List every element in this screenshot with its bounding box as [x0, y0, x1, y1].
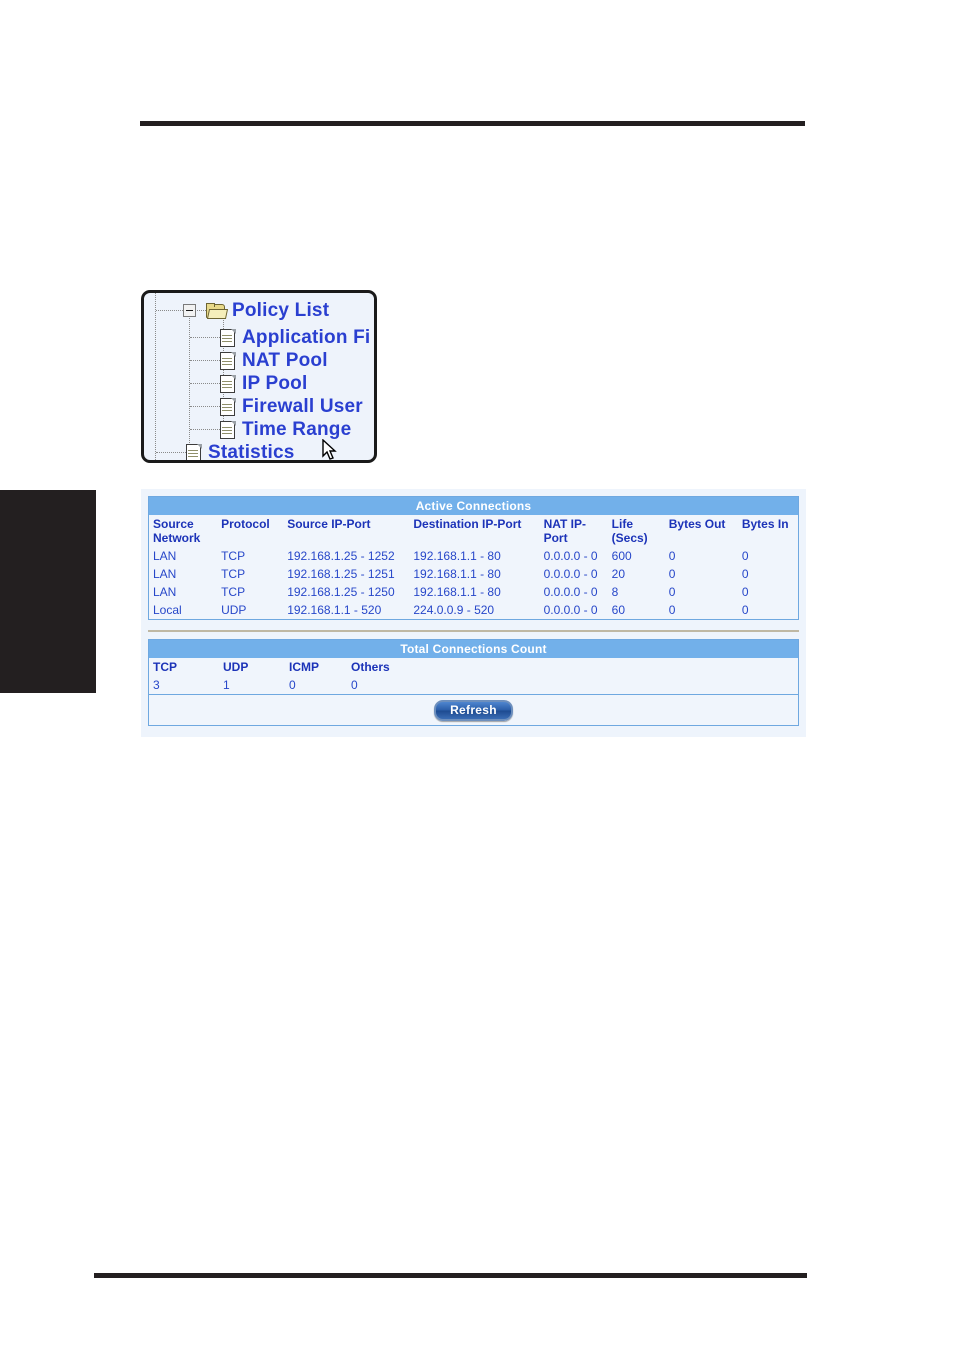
tree-rail-trunk	[189, 313, 191, 445]
document-icon	[220, 351, 236, 371]
document-icon	[186, 443, 202, 460]
tree-rail-root	[155, 293, 157, 460]
cell-source-ip-port: 192.168.1.25 - 1252	[287, 549, 395, 563]
col-source-ip-port: Source IP-Port	[287, 517, 371, 531]
total-connections-title: Total Connections Count	[149, 640, 798, 658]
cell-source-network: Local	[153, 603, 182, 617]
document-icon	[220, 397, 236, 417]
cell-protocol: TCP	[221, 567, 246, 581]
cell-nat-ip-port: 0.0.0.0 - 0	[543, 549, 598, 563]
cell-life: 600	[611, 549, 632, 563]
tree-elbow-4	[190, 406, 220, 408]
tree-item-label: Statistics	[208, 442, 295, 463]
cell-life: 60	[611, 603, 626, 617]
policy-tree-panel: Policy List Application Fi NAT Pool IP P…	[141, 290, 377, 463]
cell-bytes-in: 0	[741, 549, 749, 563]
col-others: Others	[351, 660, 390, 674]
total-connections-table: Total Connections Count TCP UDP ICMP Oth…	[148, 639, 799, 726]
cell-icmp-count: 0	[289, 678, 296, 692]
cell-destination-ip-port: 192.168.1.1 - 80	[413, 585, 501, 599]
col-bytes-out: Bytes Out	[668, 517, 726, 531]
col-udp: UDP	[223, 660, 249, 674]
cell-bytes-in: 0	[741, 567, 749, 581]
col-life-secs: Life (Secs)	[611, 517, 648, 545]
tree-item-label: Firewall User	[242, 396, 363, 417]
table-divider	[148, 630, 799, 632]
document-icon	[220, 328, 236, 348]
cell-protocol: UDP	[221, 603, 247, 617]
table-row: LAN TCP 192.168.1.25 - 1252 192.168.1.1 …	[149, 547, 798, 565]
cell-nat-ip-port: 0.0.0.0 - 0	[543, 603, 598, 617]
document-icon	[220, 374, 236, 394]
cell-source-ip-port: 192.168.1.25 - 1251	[287, 567, 395, 581]
page-footer-rule	[94, 1273, 807, 1278]
folder-open-icon	[206, 302, 229, 320]
tree-elbow-3	[190, 383, 220, 385]
cell-source-ip-port: 192.168.1.25 - 1250	[287, 585, 395, 599]
col-destination-ip-port: Destination IP-Port	[413, 517, 522, 531]
col-tcp: TCP	[153, 660, 177, 674]
tree-item-label: Time Range	[242, 419, 352, 440]
cell-bytes-in: 0	[741, 585, 749, 599]
cell-nat-ip-port: 0.0.0.0 - 0	[543, 585, 598, 599]
table-header-row: Source Network Protocol Source IP-Port D…	[149, 515, 798, 547]
col-source-network: Source Network	[153, 517, 201, 545]
active-connections-title: Active Connections	[149, 497, 798, 515]
cell-destination-ip-port: 192.168.1.1 - 80	[413, 549, 501, 563]
mouse-pointer-icon	[322, 439, 339, 460]
table-row: 3 1 0 0	[149, 676, 800, 694]
cell-protocol: TCP	[221, 549, 246, 563]
tree-item-policy-list[interactable]: Policy List	[206, 297, 329, 325]
table-row: LAN TCP 192.168.1.25 - 1251 192.168.1.1 …	[149, 565, 798, 583]
tree-elbow-6	[156, 452, 186, 454]
cell-bytes-out: 0	[668, 585, 676, 599]
tree-item-label: IP Pool	[242, 373, 308, 394]
refresh-button[interactable]: Refresh	[434, 699, 513, 721]
page-header-rule	[140, 121, 805, 126]
tree-elbow-5	[190, 429, 220, 431]
tree-elbow-0	[156, 310, 183, 312]
tree-item-label: NAT Pool	[242, 350, 328, 371]
col-icmp: ICMP	[289, 660, 319, 674]
col-protocol: Protocol	[221, 517, 270, 531]
cell-tcp-count: 3	[153, 678, 160, 692]
table-row: Local UDP 192.168.1.1 - 520 224.0.0.9 - …	[149, 601, 798, 619]
cell-life: 8	[611, 585, 619, 599]
document-icon	[220, 420, 236, 440]
cell-others-count: 0	[351, 678, 358, 692]
tree-item-label: Policy List	[232, 300, 330, 321]
cell-life: 20	[611, 567, 626, 581]
tree-elbow-0b	[197, 310, 206, 312]
cell-bytes-in: 0	[741, 603, 749, 617]
refresh-bar: Refresh	[149, 694, 798, 725]
cell-bytes-out: 0	[668, 549, 676, 563]
table-row: LAN TCP 192.168.1.25 - 1250 192.168.1.1 …	[149, 583, 798, 601]
cell-destination-ip-port: 224.0.0.9 - 520	[413, 603, 495, 617]
cell-source-ip-port: 192.168.1.1 - 520	[287, 603, 382, 617]
tree-elbow-1	[190, 337, 220, 339]
cell-bytes-out: 0	[668, 567, 676, 581]
col-nat-ip-port: NAT IP- Port	[543, 517, 587, 545]
chapter-side-tab	[0, 490, 96, 693]
cell-nat-ip-port: 0.0.0.0 - 0	[543, 567, 598, 581]
tree-item-label: Application Fi	[242, 327, 371, 348]
cell-bytes-out: 0	[668, 603, 676, 617]
col-bytes-in: Bytes In	[741, 517, 789, 531]
statistics-page-panel: Active Connections Source Network Protoc…	[141, 489, 806, 737]
tree-item-statistics[interactable]: Statistics	[186, 439, 295, 463]
cell-source-network: LAN	[153, 585, 177, 599]
cell-destination-ip-port: 192.168.1.1 - 80	[413, 567, 501, 581]
cell-source-network: LAN	[153, 549, 177, 563]
cell-source-network: LAN	[153, 567, 177, 581]
cell-udp-count: 1	[223, 678, 230, 692]
tree-expander-policy-list[interactable]	[183, 304, 196, 317]
tree-elbow-2	[190, 360, 220, 362]
folder-partial-icon	[207, 461, 220, 463]
cell-protocol: TCP	[221, 585, 246, 599]
active-connections-table: Active Connections Source Network Protoc…	[148, 496, 799, 620]
table-header-row: TCP UDP ICMP Others	[149, 658, 800, 676]
